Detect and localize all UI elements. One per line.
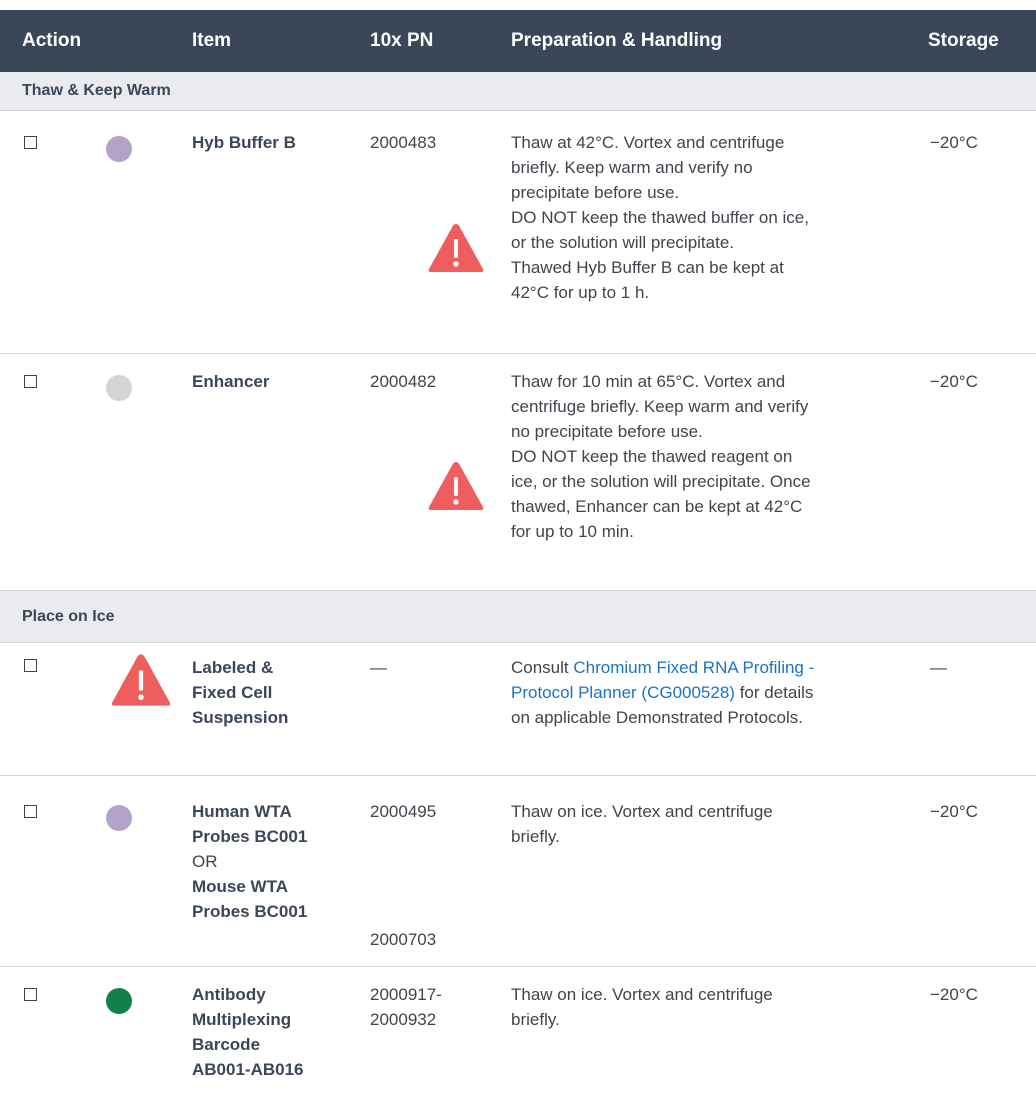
part-number: 2000703 <box>370 930 437 949</box>
prep-line: centrifuge briefly. Keep warm and verify <box>511 397 809 416</box>
prep-handling: Thaw for 10 min at 65°C. Vortex and cent… <box>511 369 911 544</box>
item-line: Antibody <box>192 985 266 1004</box>
purple-dot-icon <box>106 805 132 831</box>
prep-line: precipitate before use. <box>511 183 680 202</box>
prep-line: Thaw for 10 min at 65°C. Vortex and <box>511 372 786 391</box>
prep-text: for details <box>734 683 814 702</box>
header-prep: Preparation & Handling <box>511 30 723 51</box>
prep-line: ice, or the solution will precipitate. O… <box>511 472 811 491</box>
prep-handling: Thaw on ice. Vortex and centrifuge brief… <box>511 799 911 849</box>
header-item: Item <box>192 30 232 51</box>
prep-line: briefly. <box>511 827 560 846</box>
storage-temp: −20°C <box>930 372 978 391</box>
item-name: Antibody Multiplexing Barcode AB001-AB01… <box>192 982 352 1082</box>
prep-line: Thawed Hyb Buffer B can be kept at <box>511 258 784 277</box>
storage-temp: −20°C <box>930 133 978 152</box>
prep-line: Protocol Planner (CG000528) for details <box>511 680 911 705</box>
item-line: Barcode <box>192 1035 261 1054</box>
storage-temp: −20°C <box>930 802 978 821</box>
warning-icon <box>428 462 484 510</box>
part-number: 2000495 <box>370 802 437 821</box>
row-divider <box>0 775 1036 776</box>
checkbox-enhancer[interactable] <box>24 375 37 388</box>
row-divider <box>0 966 1036 967</box>
prep-line: 42°C for up to 1 h. <box>511 283 650 302</box>
purple-dot-icon <box>106 136 132 162</box>
prep-line: thawed, Enhancer can be kept at 42°C <box>511 497 803 516</box>
prep-line: briefly. Keep warm and verify no <box>511 158 753 177</box>
table-header: Action Item 10x PN Preparation & Handlin… <box>0 10 1036 72</box>
part-number: — <box>370 658 387 677</box>
pn-line: 2000917- <box>370 985 442 1004</box>
prep-line: DO NOT keep the thawed reagent on <box>511 447 793 466</box>
section-place-on-ice: Place on Ice <box>0 590 1036 643</box>
prep-line: for up to 10 min. <box>511 522 634 541</box>
warning-icon <box>111 654 171 706</box>
green-dot-icon <box>106 988 132 1014</box>
item-line: Probes BC001 <box>192 902 308 921</box>
item-line: Probes BC001 <box>192 827 308 846</box>
prep-line: on applicable Demonstrated Protocols. <box>511 708 803 727</box>
checkbox-antibody-barcode[interactable] <box>24 988 37 1001</box>
pn-line: 2000932 <box>370 1010 437 1029</box>
protocol-planner-link[interactable]: Protocol Planner (CG000528) <box>511 683 735 702</box>
item-line: AB001-AB016 <box>192 1060 304 1079</box>
section-title: Thaw & Keep Warm <box>22 82 171 99</box>
storage-temp: −20°C <box>930 985 978 1004</box>
prep-handling: Consult Chromium Fixed RNA Profiling - P… <box>511 655 911 730</box>
prep-text: Consult <box>511 658 574 677</box>
item-line: Labeled & <box>192 658 274 677</box>
header-storage: Storage <box>928 30 999 51</box>
header-action: Action <box>22 30 82 51</box>
prep-line: DO NOT keep the thawed buffer on ice, <box>511 208 809 227</box>
section-title: Place on Ice <box>22 608 115 625</box>
item-name: Labeled & Fixed Cell Suspension <box>192 655 352 730</box>
protocol-planner-link[interactable]: Chromium Fixed RNA Profiling - <box>573 658 814 677</box>
item-line: Multiplexing <box>192 1010 292 1029</box>
prep-line: Thaw at 42°C. Vortex and centrifuge <box>511 133 785 152</box>
item-line: Fixed Cell <box>192 683 273 702</box>
item-line: Mouse WTA <box>192 877 289 896</box>
prep-line: Thaw on ice. Vortex and centrifuge <box>511 985 773 1004</box>
storage-temp: — <box>930 658 947 677</box>
checkbox-labeled-fixed-cell[interactable] <box>24 659 37 672</box>
item-name: Enhancer <box>192 372 270 391</box>
item-line: Human WTA <box>192 802 292 821</box>
gray-dot-icon <box>106 375 132 401</box>
checkbox-hyb-buffer-b[interactable] <box>24 136 37 149</box>
part-number: 2000482 <box>370 372 437 391</box>
part-number: 2000483 <box>370 133 437 152</box>
item-line: Suspension <box>192 708 289 727</box>
header-pn: 10x PN <box>370 30 434 51</box>
item-name: Human WTA Probes BC001 OR Mouse WTA Prob… <box>192 799 352 924</box>
or-label: OR <box>192 852 218 871</box>
prep-line: Consult Chromium Fixed RNA Profiling - <box>511 655 911 680</box>
prep-handling: Thaw at 42°C. Vortex and centrifuge brie… <box>511 130 911 305</box>
prep-line: Thaw on ice. Vortex and centrifuge <box>511 802 773 821</box>
warning-icon <box>428 224 484 272</box>
section-thaw-keep-warm: Thaw & Keep Warm <box>0 72 1036 111</box>
part-number: 2000917- 2000932 <box>370 982 442 1032</box>
row-divider <box>0 353 1036 354</box>
prep-line: no precipitate before use. <box>511 422 703 441</box>
prep-handling: Thaw on ice. Vortex and centrifuge brief… <box>511 982 911 1032</box>
prep-line: or the solution will precipitate. <box>511 233 735 252</box>
prep-line: briefly. <box>511 1010 560 1029</box>
item-name: Hyb Buffer B <box>192 133 296 152</box>
checkbox-wta-probes[interactable] <box>24 805 37 818</box>
